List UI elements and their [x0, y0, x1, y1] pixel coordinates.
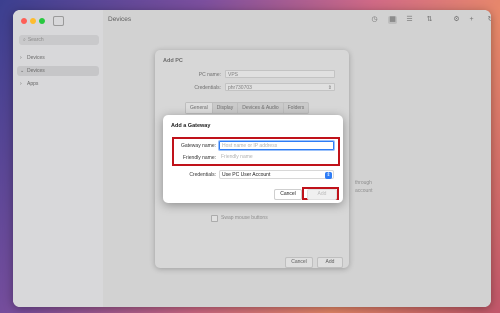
gateway-add-button[interactable]: Add [307, 189, 337, 200]
gateway-name-input[interactable]: Host name or IP address [219, 141, 334, 150]
sidebar-toggle-icon[interactable] [53, 16, 64, 26]
minimize-window-button[interactable] [30, 18, 36, 24]
close-window-button[interactable] [21, 18, 27, 24]
friendly-name-input[interactable]: Friendly name [219, 153, 334, 162]
gateway-credentials-select[interactable]: Use PC User Account ⇕ [219, 170, 334, 179]
sidebar-item-apps[interactable]: › Apps [17, 79, 99, 89]
add-gateway-title: Add a Gateway [171, 123, 211, 129]
chevron-updown-icon: ⇕ [325, 172, 332, 179]
sidebar-item-label: Apps [27, 81, 39, 87]
search-icon: ⌕ [23, 37, 26, 43]
friendly-name-label: Friendly name: [182, 155, 216, 161]
gateway-credentials-value: Use PC User Account [222, 172, 271, 178]
search-input[interactable]: ⌕ Search [19, 35, 99, 45]
sidebar-item-label: Devices [27, 68, 45, 74]
sidebar-item-devices[interactable]: › Devices [17, 53, 99, 63]
search-placeholder: Search [27, 37, 44, 43]
gateway-credentials-label: Credentials: [189, 172, 216, 178]
add-gateway-dialog: Add a Gateway Gateway name: Host name or… [163, 115, 343, 203]
chevron-right-icon: › [20, 55, 22, 61]
sidebar: ⌕ Search › Devices ⌄ Devices › Apps [13, 10, 103, 307]
chevron-right-icon: › [20, 81, 22, 87]
gateway-cancel-button[interactable]: Cancel [274, 189, 302, 200]
sidebar-item-devices-selected[interactable]: ⌄ Devices [17, 66, 99, 76]
gateway-name-label: Gateway name: [180, 143, 216, 149]
sidebar-item-label: Devices [27, 55, 45, 61]
zoom-window-button[interactable] [39, 18, 45, 24]
chevron-down-icon: ⌄ [20, 68, 25, 74]
